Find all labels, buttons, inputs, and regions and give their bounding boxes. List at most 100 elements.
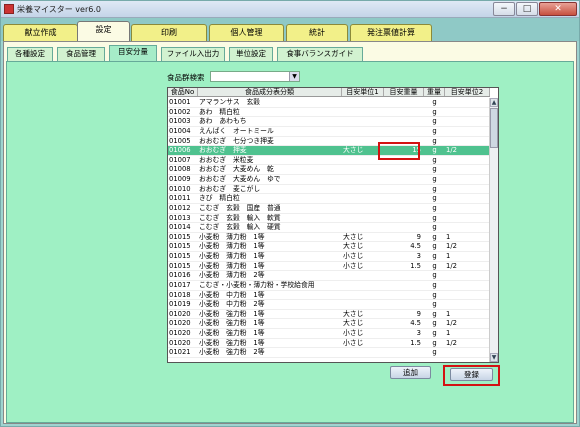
cell-weight-estimate[interactable] xyxy=(384,204,424,213)
cell-weight-estimate[interactable] xyxy=(384,271,424,280)
cell-weight-estimate[interactable] xyxy=(384,348,424,357)
cell-unit1[interactable] xyxy=(342,223,384,232)
cell-food-no[interactable]: 01015 xyxy=(168,242,198,251)
cell-unit2[interactable] xyxy=(445,204,490,213)
cell-weight-unit[interactable]: g xyxy=(424,233,445,242)
tab-settings[interactable]: 設定 xyxy=(77,21,130,42)
cell-weight-unit[interactable]: g xyxy=(424,156,445,165)
cell-weight-unit[interactable]: g xyxy=(424,146,445,155)
cell-classification[interactable]: こむぎ 玄穀 輸入 硬質 xyxy=(198,223,342,232)
cell-weight-estimate[interactable] xyxy=(384,185,424,194)
cell-unit1[interactable]: 大さじ xyxy=(342,310,384,319)
cell-weight-unit[interactable]: g xyxy=(424,137,445,146)
cell-weight-unit[interactable]: g xyxy=(424,194,445,203)
cell-weight-unit[interactable]: g xyxy=(424,262,445,271)
cell-classification[interactable]: 小麦粉 強力粉 1等 xyxy=(198,329,342,338)
table-row[interactable]: 01005 おおむぎ 七分つき押麦 g xyxy=(168,137,490,147)
cell-weight-unit[interactable]: g xyxy=(424,281,445,290)
cell-unit2[interactable]: 1/2 xyxy=(445,262,490,271)
table-row[interactable]: 01021 小麦粉 強力粉 2等 g xyxy=(168,348,490,358)
cell-classification[interactable]: こむぎ 玄穀 輸入 軟質 xyxy=(198,214,342,223)
cell-unit1[interactable] xyxy=(342,98,384,107)
cell-unit2[interactable]: 1 xyxy=(445,252,490,261)
cell-classification[interactable]: 小麦粉 強力粉 1等 xyxy=(198,310,342,319)
cell-unit2[interactable] xyxy=(445,223,490,232)
cell-weight-unit[interactable]: g xyxy=(424,204,445,213)
cell-weight-estimate[interactable]: 1.5 xyxy=(384,262,424,271)
cell-weight-estimate[interactable]: 9 xyxy=(384,233,424,242)
cell-unit2[interactable] xyxy=(445,281,490,290)
cell-unit1[interactable] xyxy=(342,165,384,174)
cell-classification[interactable]: きび 精白粒 xyxy=(198,194,342,203)
scroll-up-icon[interactable]: ▲ xyxy=(490,98,498,107)
cell-food-no[interactable]: 01013 xyxy=(168,214,198,223)
cell-weight-unit[interactable]: g xyxy=(424,117,445,126)
cell-unit1[interactable] xyxy=(342,204,384,213)
header-unit1[interactable]: 目安単位1 xyxy=(342,88,384,96)
cell-weight-estimate[interactable] xyxy=(384,281,424,290)
cell-unit1[interactable] xyxy=(342,194,384,203)
cell-food-no[interactable]: 01020 xyxy=(168,329,198,338)
table-row[interactable]: 01007 おおむぎ 米粒麦 g xyxy=(168,156,490,166)
minimize-button[interactable]: − xyxy=(493,2,515,16)
table-row[interactable]: 01001 アマランサス 玄穀 g xyxy=(168,98,490,108)
add-button[interactable]: 追加 xyxy=(390,366,431,379)
cell-classification[interactable]: あわ 精白粒 xyxy=(198,108,342,117)
cell-food-no[interactable]: 01001 xyxy=(168,98,198,107)
cell-unit2[interactable]: 1 xyxy=(445,310,490,319)
cell-weight-estimate[interactable] xyxy=(384,98,424,107)
cell-weight-estimate[interactable] xyxy=(384,127,424,136)
cell-unit1[interactable] xyxy=(342,108,384,117)
cell-unit2[interactable] xyxy=(445,127,490,136)
cell-classification[interactable]: おおむぎ 大麦めん ゆで xyxy=(198,175,342,184)
table-row[interactable]: 01020 小麦粉 強力粉 1等 小さじ 3 g 1 xyxy=(168,329,490,339)
cell-weight-unit[interactable]: g xyxy=(424,242,445,251)
scroll-down-icon[interactable]: ▼ xyxy=(490,353,498,362)
cell-unit2[interactable]: 1/2 xyxy=(445,146,490,155)
cell-unit2[interactable] xyxy=(445,156,490,165)
cell-food-no[interactable]: 01010 xyxy=(168,185,198,194)
cell-weight-unit[interactable]: g xyxy=(424,214,445,223)
cell-unit1[interactable] xyxy=(342,214,384,223)
cell-classification[interactable]: おおむぎ 米粒麦 xyxy=(198,156,342,165)
cell-food-no[interactable]: 01006 xyxy=(168,146,198,155)
cell-food-no[interactable]: 01019 xyxy=(168,300,198,309)
cell-weight-unit[interactable]: g xyxy=(424,329,445,338)
cell-unit2[interactable] xyxy=(445,117,490,126)
cell-food-no[interactable]: 01016 xyxy=(168,271,198,280)
cell-unit1[interactable]: 小さじ xyxy=(342,339,384,348)
cell-food-no[interactable]: 01002 xyxy=(168,108,198,117)
cell-food-no[interactable]: 01017 xyxy=(168,281,198,290)
cell-classification[interactable]: 小麦粉 薄力粉 2等 xyxy=(198,271,342,280)
cell-classification[interactable]: 小麦粉 薄力粉 1等 xyxy=(198,233,342,242)
cell-weight-estimate[interactable] xyxy=(384,175,424,184)
cell-classification[interactable]: 小麦粉 中力粉 2等 xyxy=(198,300,342,309)
cell-unit2[interactable] xyxy=(445,185,490,194)
cell-weight-estimate[interactable]: 4.5 xyxy=(384,242,424,251)
table-row[interactable]: 01006 おおむぎ 押麦 大さじ 15 g 1/2 xyxy=(168,146,490,156)
cell-unit2[interactable] xyxy=(445,214,490,223)
subtab-portion[interactable]: 目安分量 xyxy=(109,45,157,61)
cell-weight-estimate[interactable] xyxy=(384,108,424,117)
cell-unit2[interactable] xyxy=(445,108,490,117)
cell-classification[interactable]: 小麦粉 薄力粉 1等 xyxy=(198,262,342,271)
cell-weight-estimate[interactable]: 3 xyxy=(384,329,424,338)
cell-weight-unit[interactable]: g xyxy=(424,185,445,194)
cell-unit1[interactable] xyxy=(342,281,384,290)
table-row[interactable]: 01002 あわ 精白粒 g xyxy=(168,108,490,118)
cell-classification[interactable]: あわ あわもち xyxy=(198,117,342,126)
table-row[interactable]: 01010 おおむぎ 麦こがし g xyxy=(168,185,490,195)
food-group-select[interactable]: ▼ xyxy=(210,71,300,82)
cell-weight-estimate[interactable] xyxy=(384,291,424,300)
scroll-thumb[interactable] xyxy=(490,108,498,148)
cell-unit1[interactable] xyxy=(342,300,384,309)
cell-unit1[interactable]: 大さじ xyxy=(342,233,384,242)
table-row[interactable]: 01017 こむぎ・小麦粉・薄力粉・学校給食用 g xyxy=(168,281,490,291)
cell-unit1[interactable] xyxy=(342,127,384,136)
subtab-food-management[interactable]: 食品管理 xyxy=(57,47,105,61)
cell-unit1[interactable]: 小さじ xyxy=(342,252,384,261)
cell-food-no[interactable]: 01014 xyxy=(168,223,198,232)
table-row[interactable]: 01020 小麦粉 強力粉 1等 大さじ 9 g 1 xyxy=(168,310,490,320)
header-food-no[interactable]: 食品No xyxy=(168,88,198,96)
tab-menu-planning[interactable]: 献立作成 xyxy=(3,24,78,41)
